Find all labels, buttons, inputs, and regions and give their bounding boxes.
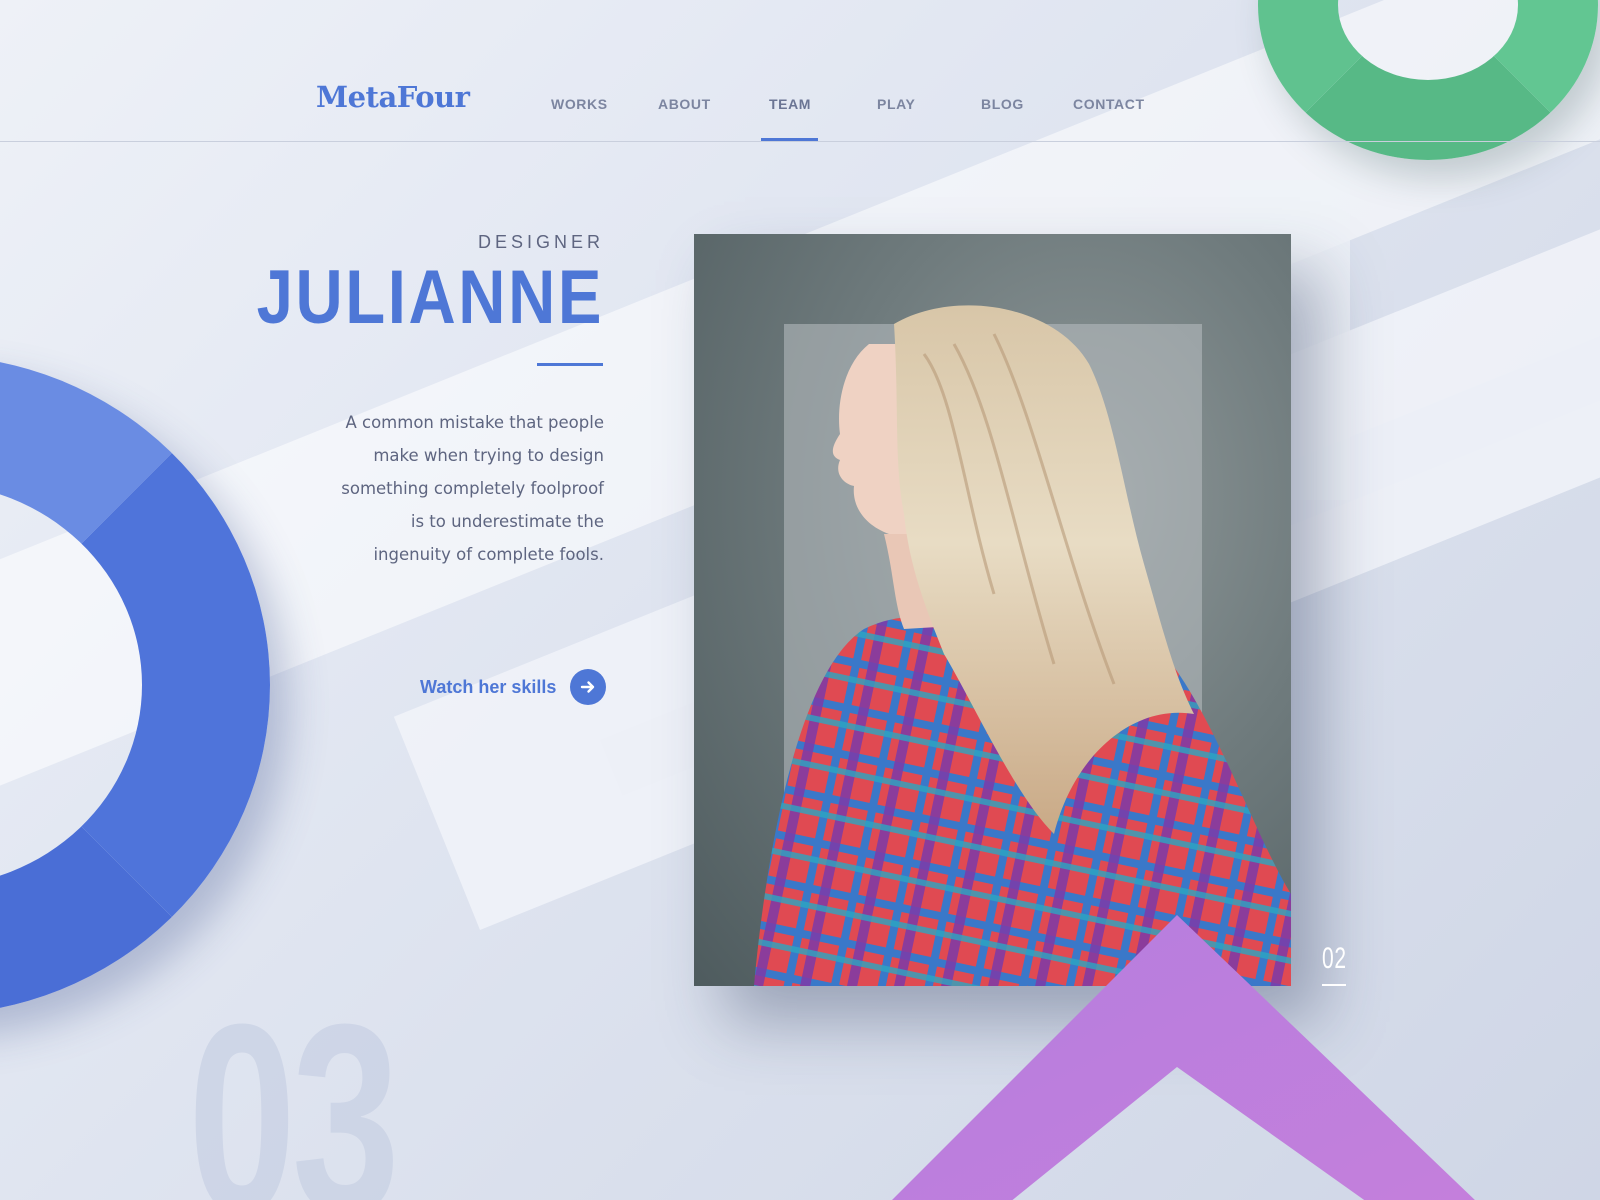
page-indicator: 02 bbox=[1322, 942, 1347, 975]
quote-line: something completely foolproof bbox=[341, 479, 604, 498]
page-indicator-rule bbox=[1322, 984, 1346, 986]
profile-quote: A common mistake that people make when t… bbox=[314, 406, 604, 571]
nav-item-blog[interactable]: BLOG bbox=[981, 96, 1024, 112]
watch-skills-label: Watch her skills bbox=[420, 676, 557, 697]
site-header: MetaFour WORKS ABOUT TEAM PLAY BLOG CONT… bbox=[0, 0, 1600, 142]
person-illustration bbox=[754, 305, 1291, 986]
logo[interactable]: MetaFour bbox=[316, 80, 470, 114]
quote-line: is to underestimate the bbox=[410, 512, 604, 531]
background-page-number: 03 bbox=[188, 969, 400, 1200]
nav-item-play[interactable]: PLAY bbox=[877, 96, 915, 112]
quote-line: make when trying to design bbox=[373, 446, 604, 465]
nav-item-contact[interactable]: CONTACT bbox=[1073, 96, 1145, 112]
purple-chevron-shape bbox=[892, 915, 1475, 1200]
quote-line: ingenuity of complete fools. bbox=[373, 545, 604, 564]
nav-item-team[interactable]: TEAM bbox=[769, 96, 811, 112]
arrow-right-icon[interactable] bbox=[570, 669, 607, 705]
name-divider bbox=[537, 363, 603, 366]
quote-line: A common mistake that people bbox=[345, 413, 604, 432]
profile-role: DESIGNER bbox=[477, 232, 604, 252]
page: 03 MetaFour WORKS ABOUT TEAM PLAY BLOG C… bbox=[0, 0, 1600, 1200]
nav-item-works[interactable]: WORKS bbox=[551, 96, 608, 112]
nav-item-about[interactable]: ABOUT bbox=[658, 96, 711, 112]
watch-skills-link[interactable]: Watch her skills bbox=[420, 669, 607, 705]
blue-ring-shape bbox=[0, 355, 270, 1015]
header-divider bbox=[0, 141, 1600, 142]
profile-photo bbox=[694, 234, 1291, 986]
profile-name: JULIANNE bbox=[256, 255, 604, 340]
